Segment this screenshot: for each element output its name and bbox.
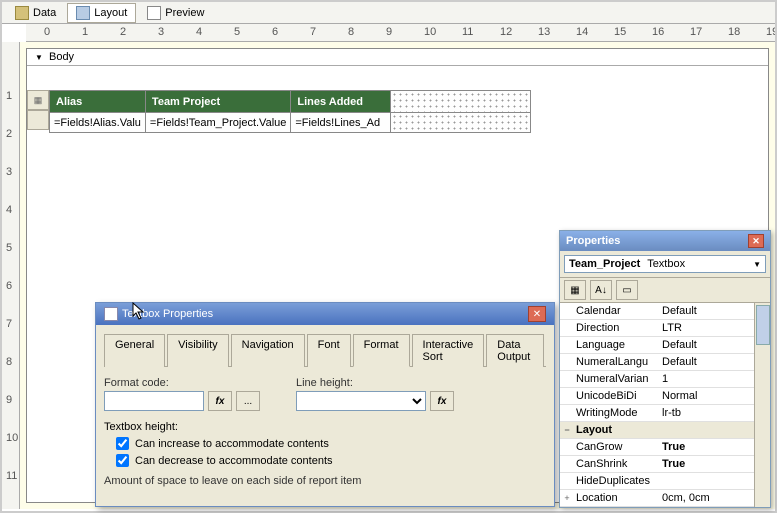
properties-object-selector[interactable]: Team_Project Textbox ▼ <box>560 251 770 278</box>
property-pages-button[interactable]: ▭ <box>616 280 638 300</box>
dialog-tabs: General Visibility Navigation Font Forma… <box>104 333 546 367</box>
property-row[interactable]: NumeralVarian1 <box>560 371 754 388</box>
tab-general[interactable]: General <box>104 334 165 367</box>
properties-toolbar: ▦ A↓ ▭ <box>560 278 770 303</box>
chevron-down-icon[interactable]: ▼ <box>753 260 761 269</box>
horizontal-ruler: 012345678910111213141516171819 <box>26 24 775 42</box>
can-increase-label: Can increase to accommodate contents <box>135 438 329 450</box>
properties-titlebar[interactable]: Properties ✕ <box>560 231 770 251</box>
unused-columns[interactable] <box>391 91 531 113</box>
tab-navigation[interactable]: Navigation <box>231 334 305 367</box>
table-icon: ▦ <box>34 95 43 106</box>
can-decrease-label: Can decrease to accommodate contents <box>135 455 333 467</box>
property-row[interactable]: DirectionLTR <box>560 320 754 337</box>
property-row[interactable]: CanGrowTrue <box>560 439 754 456</box>
format-code-fx-button[interactable]: fx <box>208 391 232 411</box>
layout-icon <box>76 6 90 20</box>
property-row[interactable]: WritingModelr-tb <box>560 405 754 422</box>
properties-icon <box>104 307 118 321</box>
property-row[interactable]: HideDuplicates <box>560 473 754 490</box>
format-code-label: Format code: <box>104 377 260 389</box>
table-header-handle[interactable]: ▦ <box>27 90 49 110</box>
scrollbar[interactable] <box>754 303 770 507</box>
report-body[interactable]: ▦ Alias Team Project Lines Added =Fields… <box>27 66 768 133</box>
format-code-browse-button[interactable]: ... <box>236 391 260 411</box>
preview-icon <box>147 6 161 20</box>
property-row[interactable]: UnicodeBiDiNormal <box>560 388 754 405</box>
vertical-ruler: 1234567891011 <box>2 42 20 509</box>
tab-interactive-sort[interactable]: Interactive Sort <box>412 334 485 367</box>
scrollbar-thumb[interactable] <box>756 305 770 345</box>
close-icon[interactable]: ✕ <box>528 306 546 322</box>
view-tabs: Data Layout Preview <box>2 2 775 24</box>
cell-alias[interactable]: =Fields!Alias.Valu <box>50 113 146 133</box>
property-row[interactable]: +Location0cm, 0cm <box>560 490 754 507</box>
format-code-input[interactable] <box>104 391 204 411</box>
tab-label: Layout <box>94 7 127 19</box>
tab-data[interactable]: Data <box>6 3 65 23</box>
tab-label: Preview <box>165 7 204 19</box>
dialog-title-text: Textbox Properties <box>122 308 213 320</box>
tab-visibility[interactable]: Visibility <box>167 334 229 367</box>
body-section-header[interactable]: ▼ Body <box>27 49 768 66</box>
line-height-label: Line height: <box>296 377 454 389</box>
property-row[interactable]: CanShrinkTrue <box>560 456 754 473</box>
selected-object-type: Textbox <box>647 258 685 270</box>
textbox-height-label: Textbox height: <box>104 421 546 433</box>
report-table[interactable]: Alias Team Project Lines Added =Fields!A… <box>49 90 531 133</box>
tab-font[interactable]: Font <box>307 334 351 367</box>
tab-preview[interactable]: Preview <box>138 3 213 23</box>
categorized-button[interactable]: ▦ <box>564 280 586 300</box>
selected-object-name: Team_Project <box>569 258 640 270</box>
table-detail-row[interactable]: =Fields!Alias.Valu =Fields!Team_Project.… <box>50 113 531 133</box>
cell-lines-added[interactable]: =Fields!Lines_Ad <box>291 113 391 133</box>
body-label: Body <box>49 51 74 63</box>
property-category[interactable]: −Layout <box>560 422 754 439</box>
can-decrease-checkbox[interactable] <box>116 454 129 467</box>
col-header-team-project[interactable]: Team Project <box>145 91 290 113</box>
properties-title-text: Properties <box>566 235 620 247</box>
col-header-lines-added[interactable]: Lines Added <box>291 91 391 113</box>
dialog-titlebar[interactable]: Textbox Properties ✕ <box>96 303 554 325</box>
space-label: Amount of space to leave on each side of… <box>104 475 546 487</box>
textbox-properties-dialog: Textbox Properties ✕ General Visibility … <box>95 302 555 507</box>
tab-data-output[interactable]: Data Output <box>486 334 544 367</box>
tab-layout[interactable]: Layout <box>67 3 136 23</box>
cell-team-project[interactable]: =Fields!Team_Project.Value <box>145 113 290 133</box>
unused-cell[interactable] <box>391 113 531 133</box>
tab-label: Data <box>33 7 56 19</box>
property-row[interactable]: CalendarDefault <box>560 303 754 320</box>
data-icon <box>15 6 29 20</box>
properties-panel: Properties ✕ Team_Project Textbox ▼ ▦ A↓… <box>559 230 771 508</box>
table-header-row[interactable]: Alias Team Project Lines Added <box>50 91 531 113</box>
tab-format[interactable]: Format <box>353 334 410 367</box>
col-header-alias[interactable]: Alias <box>50 91 146 113</box>
can-increase-checkbox[interactable] <box>116 437 129 450</box>
property-row[interactable]: NumeralLanguDefault <box>560 354 754 371</box>
line-height-select[interactable] <box>296 391 426 411</box>
properties-grid[interactable]: CalendarDefaultDirectionLTRLanguageDefau… <box>560 303 754 507</box>
line-height-fx-button[interactable]: fx <box>430 391 454 411</box>
property-row[interactable]: LanguageDefault <box>560 337 754 354</box>
chevron-down-icon: ▼ <box>35 53 43 62</box>
alphabetical-button[interactable]: A↓ <box>590 280 612 300</box>
close-icon[interactable]: ✕ <box>748 234 764 248</box>
table-row-handle[interactable] <box>27 110 49 130</box>
